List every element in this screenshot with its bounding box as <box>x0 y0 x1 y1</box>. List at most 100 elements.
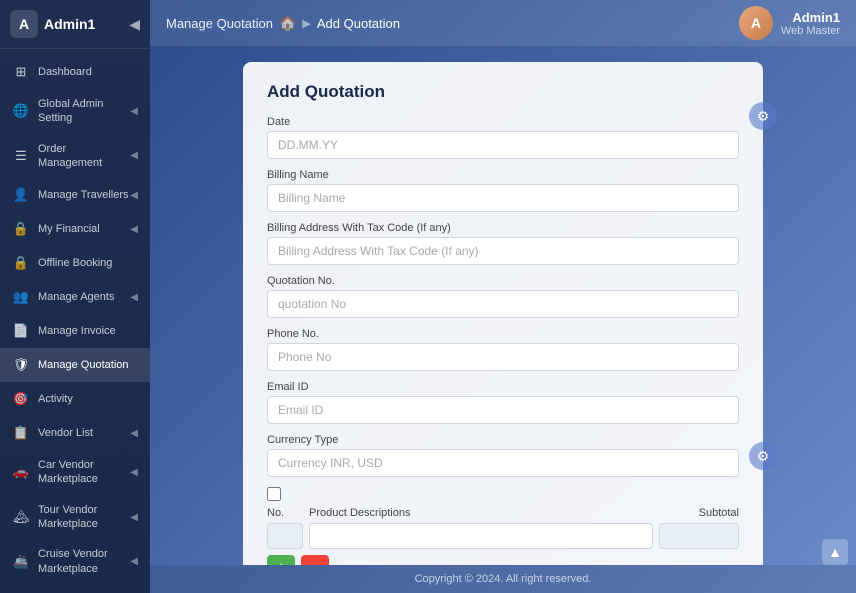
email-label: Email ID <box>267 381 739 393</box>
billing-address-label: Billing Address With Tax Code (If any) <box>267 222 739 234</box>
offline-booking-icon: 🔒 <box>12 254 30 272</box>
sidebar-header: A Admin1 ◀ <box>0 0 150 49</box>
sidebar-item-left-global-admin: 🌐 Global Admin Setting <box>12 97 130 126</box>
manage-invoice-icon: 📄 <box>12 322 30 340</box>
sidebar-item-left-vendor-list: 📋 Vendor List <box>12 424 93 442</box>
email-input[interactable] <box>267 396 739 424</box>
sidebar-label-manage-travellers: Manage Travellers <box>38 188 129 202</box>
billing-address-input[interactable] <box>267 237 739 265</box>
main-content: Manage Quotation 🏠 ▶ Add Quotation A Adm… <box>150 0 856 593</box>
logo-icon: A <box>10 10 38 38</box>
manage-agents-chevron-icon: ◀ <box>130 292 138 303</box>
sidebar-item-tour-vendor[interactable]: 🏔 Tour Vendor Marketplace ◀ <box>0 495 150 540</box>
gear-button-table[interactable]: ⚙ <box>749 442 777 470</box>
sidebar-item-manage-invoice[interactable]: 📄 Manage Invoice <box>0 314 150 348</box>
sidebar-item-left-cruise-vendor: 🚢 Cruise Vendor Marketplace <box>12 547 130 576</box>
billing-name-input[interactable] <box>267 184 739 212</box>
tax-checkbox[interactable] <box>267 487 281 501</box>
global-admin-icon: 🌐 <box>12 102 30 120</box>
sidebar-item-order-management[interactable]: ☰ Order Management ◀ <box>0 134 150 179</box>
tax-row <box>267 487 739 501</box>
sidebar-label-cruise-vendor: Cruise Vendor Marketplace <box>38 547 130 576</box>
remove-row-button[interactable]: - <box>301 555 329 565</box>
breadcrumb-current: Add Quotation <box>317 16 400 31</box>
currency-label: Currency Type <box>267 434 739 446</box>
sidebar-item-left-manage-agents: 👥 Manage Agents <box>12 288 114 306</box>
sidebar: A Admin1 ◀ ⊞ Dashboard 🌐 Global Admin Se… <box>0 0 150 593</box>
sidebar-nav: ⊞ Dashboard 🌐 Global Admin Setting ◀ ☰ O… <box>0 49 150 593</box>
billing-address-group: Billing Address With Tax Code (If any) <box>267 222 739 265</box>
sidebar-item-left-dashboard: ⊞ Dashboard <box>12 63 92 81</box>
my-financial-chevron-icon: ◀ <box>130 224 138 235</box>
add-row-button[interactable]: + <box>267 555 295 565</box>
currency-group: Currency Type <box>267 434 739 477</box>
sidebar-item-left-offline-booking: 🔒 Offline Booking <box>12 254 112 272</box>
sidebar-item-hotel-vendor[interactable]: 🏨 Hotel Vendor Marketplace ◀ <box>0 584 150 593</box>
sidebar-item-manage-quotation[interactable]: 🛡 Manage Quotation <box>0 348 150 382</box>
row-no-input[interactable] <box>267 523 303 549</box>
billing-name-label: Billing Name <box>267 169 739 181</box>
sidebar-item-my-financial[interactable]: 🔒 My Financial ◀ <box>0 212 150 246</box>
sidebar-collapse-button[interactable]: ◀ <box>129 16 140 33</box>
phone-no-input[interactable] <box>267 343 739 371</box>
sidebar-item-left-order-management: ☰ Order Management <box>12 142 130 171</box>
action-buttons: + - <box>267 555 739 565</box>
sidebar-item-offline-booking[interactable]: 🔒 Offline Booking <box>0 246 150 280</box>
date-label: Date <box>267 116 739 128</box>
breadcrumb: Manage Quotation 🏠 ▶ Add Quotation <box>166 15 400 32</box>
car-vendor-icon: 🚗 <box>12 463 30 481</box>
row-desc-input[interactable] <box>309 523 653 549</box>
table-section: No. Product Descriptions Subtotal + - <box>267 487 739 565</box>
sidebar-item-activity[interactable]: 🎯 Activity <box>0 382 150 416</box>
sidebar-label-order-management: Order Management <box>38 142 130 171</box>
sidebar-item-car-vendor[interactable]: 🚗 Car Vendor Marketplace ◀ <box>0 450 150 495</box>
manage-quotation-icon: 🛡 <box>12 356 30 374</box>
form-title: Add Quotation <box>267 82 739 102</box>
sidebar-item-left-activity: 🎯 Activity <box>12 390 73 408</box>
table-header: No. Product Descriptions Subtotal <box>267 507 739 519</box>
sidebar-item-global-admin[interactable]: 🌐 Global Admin Setting ◀ <box>0 89 150 134</box>
quotation-no-input[interactable] <box>267 290 739 318</box>
currency-input[interactable] <box>267 449 739 477</box>
sidebar-item-manage-agents[interactable]: 👥 Manage Agents ◀ <box>0 280 150 314</box>
billing-name-group: Billing Name <box>267 169 739 212</box>
my-financial-icon: 🔒 <box>12 220 30 238</box>
sidebar-label-manage-quotation: Manage Quotation <box>38 358 129 372</box>
home-icon[interactable]: 🏠 <box>279 15 296 32</box>
row-subtotal-input[interactable] <box>659 523 739 549</box>
col-subtotal-header: Subtotal <box>659 507 739 519</box>
gear-button-top[interactable]: ⚙ <box>749 102 777 130</box>
sidebar-item-left-manage-quotation: 🛡 Manage Quotation <box>12 356 129 374</box>
tour-vendor-chevron-icon: ◀ <box>130 512 138 523</box>
sidebar-label-dashboard: Dashboard <box>38 65 92 79</box>
dashboard-icon: ⊞ <box>12 63 30 81</box>
sidebar-item-vendor-list[interactable]: 📋 Vendor List ◀ <box>0 416 150 450</box>
footer: Copyright © 2024. All right reserved. <box>150 565 856 593</box>
car-vendor-chevron-icon: ◀ <box>130 467 138 478</box>
scroll-to-top-button[interactable]: ▲ <box>822 539 848 565</box>
sidebar-item-cruise-vendor[interactable]: 🚢 Cruise Vendor Marketplace ◀ <box>0 539 150 584</box>
date-group: Date <box>267 116 739 159</box>
form-card: ⚙ Add Quotation Date Billing Name Billin… <box>243 62 763 565</box>
sidebar-label-my-financial: My Financial <box>38 222 100 236</box>
date-input[interactable] <box>267 131 739 159</box>
sidebar-label-manage-agents: Manage Agents <box>38 290 114 304</box>
tour-vendor-icon: 🏔 <box>12 508 30 526</box>
sidebar-logo: A Admin1 <box>10 10 95 38</box>
breadcrumb-separator: ▶ <box>302 17 310 30</box>
order-management-icon: ☰ <box>12 147 30 165</box>
cruise-vendor-icon: 🚢 <box>12 553 30 571</box>
sidebar-item-manage-travellers[interactable]: 👤 Manage Travellers ◀ <box>0 178 150 212</box>
footer-text: Copyright © 2024. All right reserved. <box>415 573 592 585</box>
vendor-list-icon: 📋 <box>12 424 30 442</box>
sidebar-item-left-tour-vendor: 🏔 Tour Vendor Marketplace <box>12 503 130 532</box>
phone-no-group: Phone No. <box>267 328 739 371</box>
col-no-header: No. <box>267 507 303 519</box>
topbar: Manage Quotation 🏠 ▶ Add Quotation A Adm… <box>150 0 856 46</box>
sidebar-item-left-manage-travellers: 👤 Manage Travellers <box>12 186 129 204</box>
sidebar-item-dashboard[interactable]: ⊞ Dashboard <box>0 55 150 89</box>
col-desc-header: Product Descriptions <box>309 507 653 519</box>
activity-icon: 🎯 <box>12 390 30 408</box>
user-avatar: A <box>739 6 773 40</box>
quotation-no-label: Quotation No. <box>267 275 739 287</box>
